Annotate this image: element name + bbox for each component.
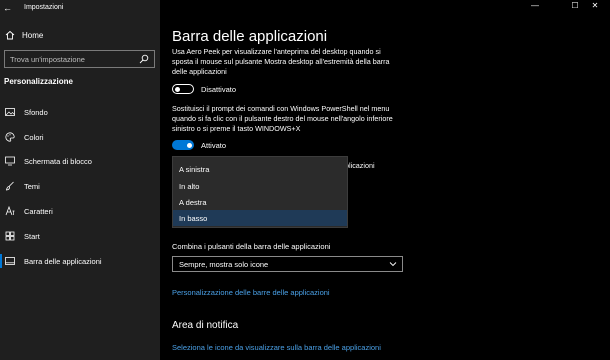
sidebar-item-schermata-di-blocco[interactable]: Schermata di blocco [0,152,160,170]
notification-area-heading: Area di notifica [172,320,239,331]
sidebar-item-caratteri[interactable]: Caratteri [0,202,160,220]
sidebar-item-label: Colori [24,132,44,142]
search-icon[interactable] [139,54,149,64]
sidebar-item-label: Temi [24,181,40,191]
sidebar-item-label: Caratteri [24,206,53,216]
combine-buttons-label: Combina i pulsanti della barra delle app… [172,242,331,251]
sidebar-item-colori[interactable]: Colori [0,128,160,146]
taskbar-position-dropdown[interactable]: A sinistra In alto A destra In basso [172,156,348,228]
sidebar-item-label: Barra delle applicazioni [24,256,102,266]
select-icons-link[interactable]: Seleziona le icone da visualizzare sulla… [172,343,381,352]
combine-buttons-select[interactable]: Sempre, mostra solo icone [172,256,403,272]
page-title: Barra delle applicazioni [172,28,328,45]
home-label: Home [22,30,44,40]
aero-peek-description: Usa Aero Peek per visualizzare l'antepri… [172,47,390,76]
sidebar-item-label: Sfondo [24,107,48,117]
dropdown-option-bottom[interactable]: In basso [173,210,347,226]
chevron-down-icon [389,262,397,267]
powershell-state: Attivato [201,141,227,150]
titlebar-left: ← Impostazioni [0,0,160,16]
aero-peek-state: Disattivato [201,85,237,94]
customize-taskbars-link[interactable]: Personalizzazione delle barre delle appl… [172,288,330,297]
home-button[interactable]: Home [0,27,160,43]
sidebar-item-sfondo[interactable]: Sfondo [0,103,160,121]
taskbar-icon [5,257,15,265]
start-icon [5,231,15,241]
section-title: Personalizzazione [4,77,73,86]
palette-icon [5,132,15,142]
font-icon [5,206,15,216]
window-title: Impostazioni [24,4,64,11]
brush-icon [5,181,14,191]
toggle-knob [187,142,192,148]
powershell-description: Sostituisci il prompt dei comandi con Wi… [172,104,393,133]
monitor-icon [5,156,15,166]
sidebar-item-barra-delle-applicazioni[interactable]: Barra delle applicazioni [0,252,160,270]
close-button[interactable]: ✕ [580,0,610,12]
sidebar: ← Impostazioni Home Personalizzazione Sf… [0,0,160,360]
sidebar-item-temi[interactable]: Temi [0,177,160,195]
search-input[interactable] [5,54,135,64]
dropdown-option-left[interactable]: A sinistra [173,161,347,177]
toggle-knob [175,86,180,92]
partial-label: plicazioni [345,161,375,170]
picture-icon [5,108,15,116]
sidebar-item-label: Start [24,231,40,241]
dropdown-option-right[interactable]: A destra [173,194,347,210]
combine-buttons-value: Sempre, mostra solo icone [179,259,269,269]
powershell-toggle[interactable] [172,140,194,150]
dropdown-option-top[interactable]: In alto [173,178,347,194]
home-icon [5,30,15,40]
minimize-button[interactable]: — [520,0,550,12]
sidebar-item-label: Schermata di blocco [24,156,92,166]
sidebar-item-start[interactable]: Start [0,227,160,245]
search-box[interactable] [4,50,155,68]
aero-peek-toggle[interactable] [172,84,194,94]
back-arrow-icon[interactable]: ← [3,0,17,16]
